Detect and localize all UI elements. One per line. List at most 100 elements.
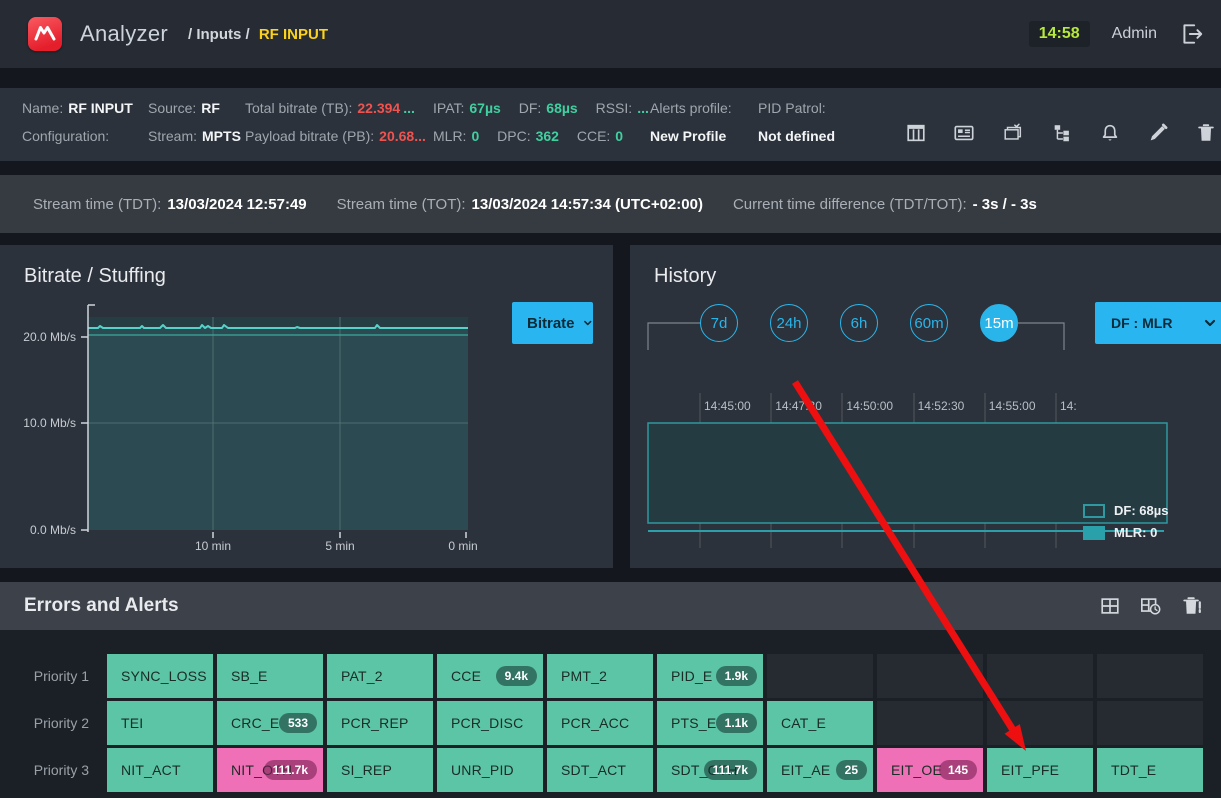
range-button-7d[interactable]: 7d [700, 304, 738, 342]
clear-errors-icon[interactable] [1181, 595, 1203, 617]
error-tile-label: SYNC_LOSS [121, 668, 207, 684]
error-tile-tei[interactable]: TEI [107, 701, 213, 745]
bitrate-stuffing-panel: Bitrate / Stuffing 20.0 Mb/s 10.0 Mb/s 0… [0, 245, 613, 568]
priority-label: Priority 1 [0, 654, 89, 698]
legend-item-mlr: MLR: 0 [1083, 525, 1168, 540]
error-tile-label: CAT_E [781, 715, 826, 731]
error-tile-tdt_e[interactable]: TDT_E [1097, 748, 1203, 792]
error-tile-cce[interactable]: CCE9.4k [437, 654, 543, 698]
breadcrumb: / Inputs / RF INPUT [188, 26, 328, 43]
input-actions [905, 122, 1217, 144]
tv-mosaic-icon[interactable] [1001, 122, 1025, 144]
history-panel: History 7d24h6h60m15m 14:45:0014:47:3014… [630, 245, 1221, 568]
logo-mountain-icon [28, 17, 62, 51]
error-tile-label: PMT_2 [561, 668, 607, 684]
error-tile-empty [767, 654, 873, 698]
error-tile-sdt_oth[interactable]: SDT_OTH111.7k [657, 748, 763, 792]
logout-icon[interactable] [1179, 21, 1205, 47]
error-tile-sync_loss[interactable]: SYNC_LOSS [107, 654, 213, 698]
error-tile-eit_ae[interactable]: EIT_AE25 [767, 748, 873, 792]
error-tile-sdt_act[interactable]: SDT_ACT [547, 748, 653, 792]
error-tile-label: PAT_2 [341, 668, 383, 684]
errors-alerts-panel: Errors and Alerts Priority 1 SYNC_LOSS SB_… [0, 582, 1221, 798]
error-tile-label: NIT_ACT [121, 762, 181, 778]
range-button-60m[interactable]: 60m [910, 304, 948, 342]
range-button-24h[interactable]: 24h [770, 304, 808, 342]
error-tile-eit_oe[interactable]: EIT_OE145 [877, 748, 983, 792]
error-tile-pts_e[interactable]: PTS_E1.1k [657, 701, 763, 745]
error-tile-label: EIT_AE [781, 762, 830, 778]
breadcrumb-path[interactable]: / Inputs / [188, 26, 250, 43]
table-columns-icon[interactable] [905, 122, 927, 144]
priority-label: Priority 2 [0, 701, 89, 745]
mlr-legend-swatch [1083, 526, 1105, 540]
range-button-15m[interactable]: 15m [980, 304, 1018, 342]
y-tick-20: 20.0 Mb/s [0, 330, 76, 344]
history-metric-dropdown[interactable]: DF : MLR [1095, 302, 1221, 344]
errors-title: Errors and Alerts [24, 595, 179, 617]
x-tick-0min: 0 min [448, 539, 477, 553]
stream-time-tot: Stream time (TOT):13/03/2024 14:57:34 (U… [337, 196, 703, 213]
history-table-icon[interactable] [1139, 595, 1163, 617]
error-tile-label: EIT_OE [891, 762, 942, 778]
alerts-profile-value[interactable]: New Profile [650, 128, 726, 144]
error-tile-nit_act[interactable]: NIT_ACT [107, 748, 213, 792]
error-tile-label: SDT_ACT [561, 762, 626, 778]
error-tile-empty [987, 701, 1093, 745]
bitrate-chart [0, 245, 613, 568]
pid-tree-icon[interactable] [1051, 122, 1073, 144]
error-tile-sb_e[interactable]: SB_E [217, 654, 323, 698]
error-tile-empty [987, 654, 1093, 698]
stream-time-tdt: Stream time (TDT):13/03/2024 12:57:49 [33, 196, 307, 213]
error-tile-crc_e[interactable]: CRC_E533 [217, 701, 323, 745]
error-tile-label: TEI [121, 715, 143, 731]
bitrate-mode-dropdown[interactable]: Bitrate [512, 302, 593, 344]
chevron-down-icon [1202, 315, 1218, 331]
error-tile-label: UNR_PID [451, 762, 514, 778]
error-tile-pcr_acc[interactable]: PCR_ACC [547, 701, 653, 745]
error-tile-cat_e[interactable]: CAT_E [767, 701, 873, 745]
input-info-bar: Name:RF INPUT Configuration: Source:RF S… [0, 88, 1221, 161]
total-bitrate-field: Total bitrate (TB):22.394... [245, 100, 415, 116]
error-tile-label: EIT_PFE [1001, 762, 1059, 778]
error-tile-label: CRC_E [231, 715, 279, 731]
user-name[interactable]: Admin [1112, 25, 1157, 43]
error-tile-label: PCR_ACC [561, 715, 629, 731]
df-legend-swatch [1083, 504, 1105, 518]
y-tick-10: 10.0 Mb/s [0, 416, 76, 430]
chevron-down-icon [582, 315, 593, 331]
pid-patrol-value[interactable]: Not defined [758, 128, 835, 144]
errors-actions [1099, 595, 1203, 617]
app-title: Analyzer [80, 21, 168, 47]
payload-bitrate-field: Payload bitrate (PB):20.68... [245, 128, 426, 144]
error-tile-eit_pfe[interactable]: EIT_PFE [987, 748, 1093, 792]
history-legend: DF: 68µs MLR: 0 [1083, 503, 1168, 540]
table-view-icon[interactable] [1099, 595, 1121, 617]
error-tile-si_rep[interactable]: SI_REP [327, 748, 433, 792]
error-tile-label: PID_E [671, 668, 712, 684]
range-button-6h[interactable]: 6h [840, 304, 878, 342]
program-info-icon[interactable] [953, 122, 975, 144]
error-tile-pat_2[interactable]: PAT_2 [327, 654, 433, 698]
time-tick-label: 14:50:00 [846, 399, 893, 413]
time-tick-label: 14:47:30 [775, 399, 822, 413]
error-tile-pcr_rep[interactable]: PCR_REP [327, 701, 433, 745]
errors-row: Priority 3 NIT_ACT NIT_OTH111.7kSI_REP UNR_… [0, 748, 1203, 792]
error-count-badge: 111.7k [704, 760, 757, 780]
app-logo[interactable] [28, 17, 62, 51]
time-difference: Current time difference (TDT/TOT):- 3s /… [733, 196, 1037, 213]
delete-icon[interactable] [1195, 122, 1217, 144]
priority-label: Priority 3 [0, 748, 89, 792]
error-tile-pmt_2[interactable]: PMT_2 [547, 654, 653, 698]
error-tile-unr_pid[interactable]: UNR_PID [437, 748, 543, 792]
timing-stats-row: IPAT:67µs DF:68µs RSSI:... [433, 100, 649, 116]
edit-icon[interactable] [1147, 122, 1169, 144]
x-tick-5min: 5 min [325, 539, 354, 553]
error-tile-pid_e[interactable]: PID_E1.9k [657, 654, 763, 698]
error-tile-empty [1097, 701, 1203, 745]
alerts-bell-icon[interactable] [1099, 122, 1121, 144]
alerts-profile-label: Alerts profile: [650, 100, 732, 116]
errors-header: Errors and Alerts [0, 582, 1221, 630]
error-tile-nit_oth[interactable]: NIT_OTH111.7k [217, 748, 323, 792]
error-tile-pcr_disc[interactable]: PCR_DISC [437, 701, 543, 745]
